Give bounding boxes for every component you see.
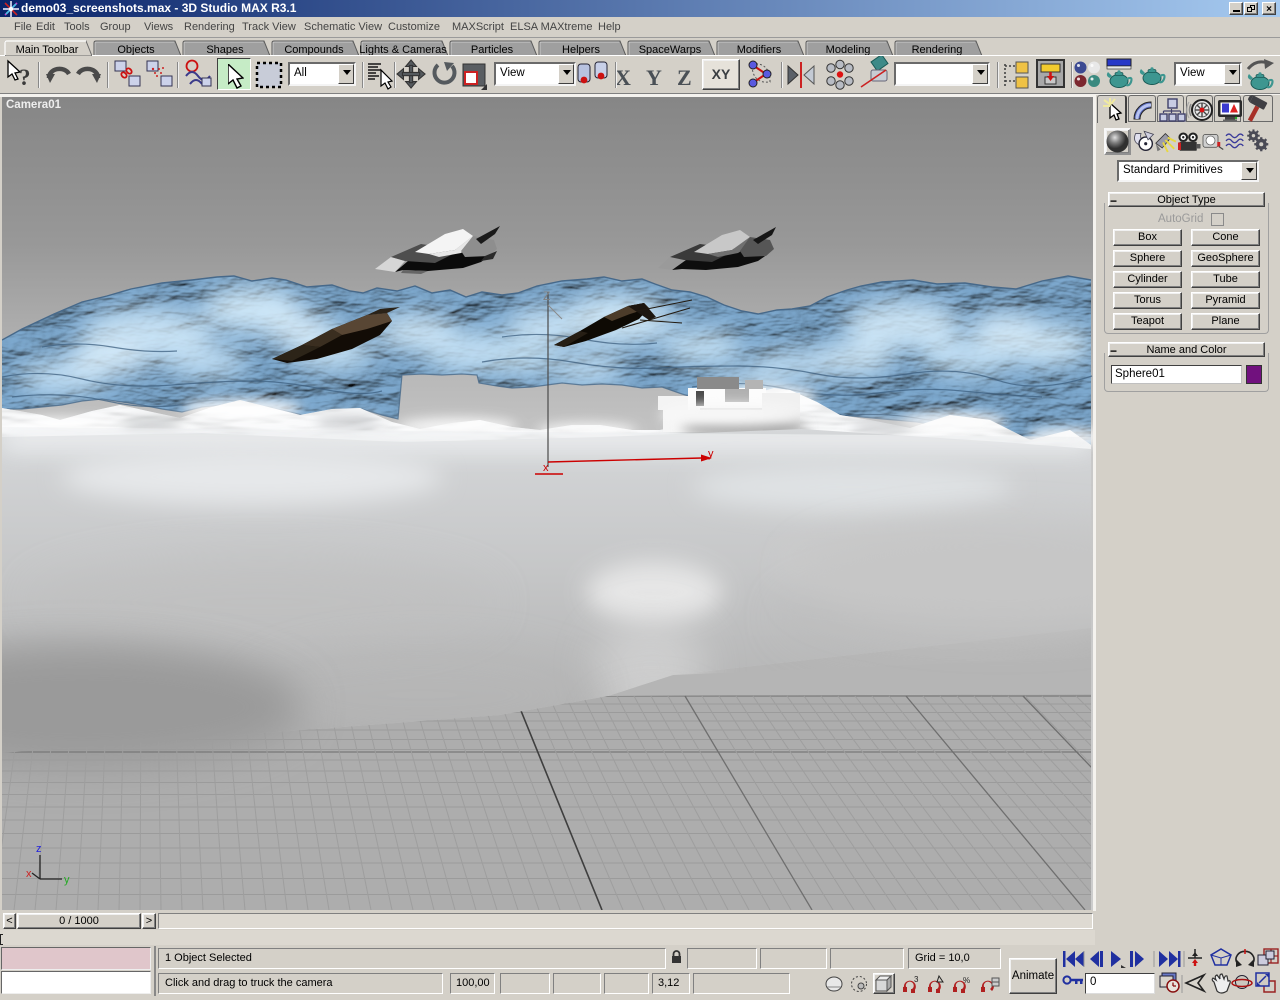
svg-text:Z: Z xyxy=(543,289,550,303)
svg-text:y: y xyxy=(64,874,70,886)
svg-text:Modeling: Modeling xyxy=(826,44,871,56)
svg-text:z: z xyxy=(36,843,42,855)
svg-text:Objects: Objects xyxy=(117,44,155,56)
svg-text:3: 3 xyxy=(914,975,919,984)
svg-text:%: % xyxy=(963,976,970,985)
svg-text:Particles: Particles xyxy=(471,44,514,56)
svg-text:SpaceWarps: SpaceWarps xyxy=(639,44,702,56)
svg-text:Lights & Cameras: Lights & Cameras xyxy=(359,44,447,56)
svg-text:?: ? xyxy=(19,65,31,90)
svg-text:X: X xyxy=(615,65,631,90)
svg-text:Helpers: Helpers xyxy=(562,44,600,56)
svg-text:Main Toolbar: Main Toolbar xyxy=(16,44,79,56)
svg-text:Rendering: Rendering xyxy=(912,44,963,56)
svg-text:Shapes: Shapes xyxy=(206,44,244,56)
svg-text:x: x xyxy=(543,462,549,474)
svg-text:Y: Y xyxy=(646,65,662,90)
svg-text:x: x xyxy=(26,868,32,880)
svg-text:Z: Z xyxy=(677,65,692,90)
svg-text:y: y xyxy=(708,448,714,460)
svg-text:Compounds: Compounds xyxy=(284,44,344,56)
svg-text:Modifiers: Modifiers xyxy=(737,44,782,56)
